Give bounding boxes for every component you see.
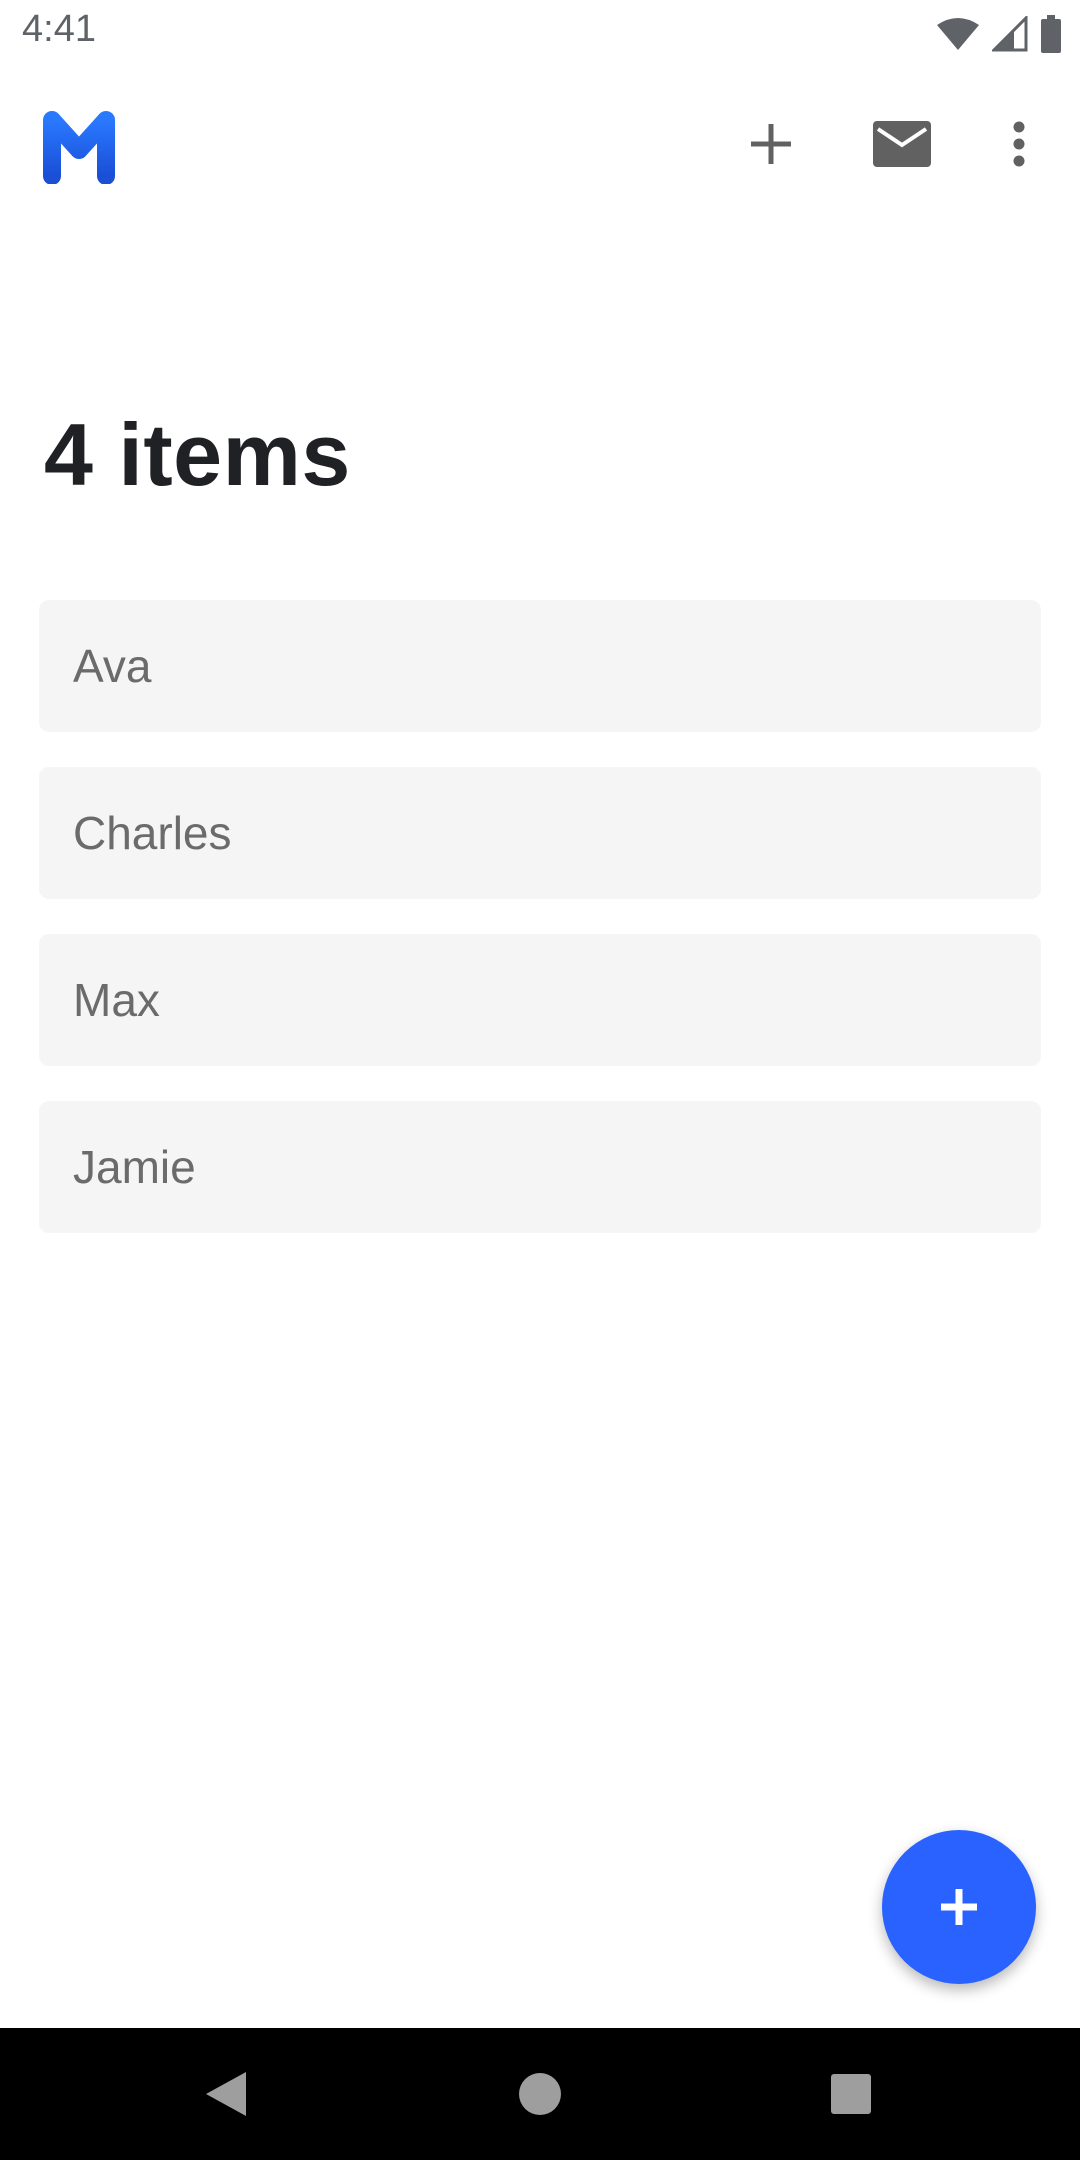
status-bar: 4:41 — [0, 0, 1080, 66]
signal-icon — [992, 16, 1028, 52]
items-list: Ava Charles Max Jamie — [39, 600, 1041, 1268]
wifi-icon — [937, 18, 979, 50]
system-nav-bar — [0, 2028, 1080, 2160]
list-item[interactable]: Jamie — [39, 1101, 1041, 1233]
app-logo — [40, 106, 118, 185]
list-item[interactable]: Ava — [39, 600, 1041, 732]
back-button[interactable] — [186, 2054, 266, 2134]
status-icons — [936, 14, 1062, 54]
recents-icon — [831, 2074, 871, 2114]
list-item-label: Ava — [73, 640, 152, 692]
add-button[interactable] — [731, 104, 811, 184]
list-item-label: Jamie — [73, 1141, 196, 1193]
home-button[interactable] — [500, 2054, 580, 2134]
more-vert-icon — [1013, 121, 1025, 167]
add-icon — [941, 1889, 977, 1925]
more-options-button[interactable] — [979, 104, 1059, 184]
page-title: 4 items — [44, 405, 351, 504]
list-item[interactable]: Charles — [39, 767, 1041, 899]
mail-icon — [873, 121, 931, 167]
add-icon — [751, 124, 791, 164]
mail-button[interactable] — [862, 104, 942, 184]
status-time: 4:41 — [22, 8, 96, 50]
top-app-bar — [0, 66, 1080, 220]
list-item-label: Max — [73, 974, 160, 1026]
recents-button[interactable] — [811, 2054, 891, 2134]
m-logo-icon — [43, 111, 115, 185]
battery-icon — [1041, 15, 1061, 53]
home-icon — [519, 2073, 561, 2115]
add-item-fab[interactable] — [882, 1830, 1036, 1984]
list-item[interactable]: Max — [39, 934, 1041, 1066]
back-icon — [206, 2072, 246, 2116]
list-item-label: Charles — [73, 807, 232, 859]
